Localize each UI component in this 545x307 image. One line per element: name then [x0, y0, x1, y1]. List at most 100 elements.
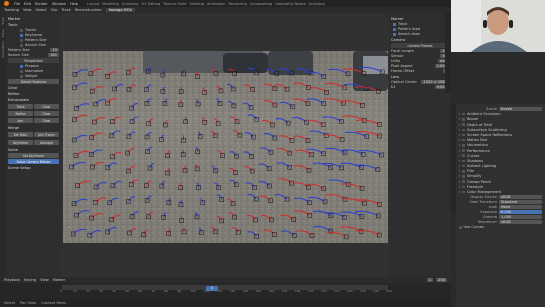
section-checkbox[interactable] — [462, 112, 465, 116]
property-section[interactable]: › Bloom — [459, 117, 542, 121]
property-section[interactable]: › Grease Pencil — [459, 180, 542, 184]
blender-logo-icon[interactable] — [4, 1, 9, 6]
tab-compositing[interactable]: Compositing — [250, 2, 273, 6]
checkbox-row[interactable]: Pattern Size — [20, 38, 59, 42]
section-checkbox[interactable] — [462, 133, 465, 137]
property-section[interactable]: › Curves — [459, 154, 542, 158]
timeline-menu-playback[interactable]: Playback — [4, 278, 20, 282]
camera-panel-title[interactable]: Camera — [391, 38, 449, 42]
solve-button[interactable]: Set Keyframe — [8, 153, 59, 158]
merge-button[interactable]: Keyframe — [8, 140, 33, 145]
checkbox-icon[interactable] — [20, 74, 23, 78]
merge-button[interactable]: Average — [34, 140, 59, 145]
end-frame-field[interactable]: 250 — [436, 278, 447, 282]
property-section[interactable]: › Motion Blur — [459, 138, 542, 142]
section-checkbox[interactable] — [462, 170, 465, 173]
strip-tab-annotation[interactable]: Annotation — [1, 41, 5, 57]
tab-texture-paint[interactable]: Texture Paint — [163, 2, 186, 6]
section-checkbox[interactable] — [462, 185, 465, 189]
search-size-field[interactable]: 161 — [48, 53, 59, 57]
camera-presets-select[interactable]: Camera Presets — [391, 43, 449, 48]
section-checkbox[interactable] — [462, 123, 465, 126]
menu-file[interactable]: File — [14, 2, 20, 6]
tab-scripting[interactable]: Scripting — [309, 2, 325, 6]
tool-button[interactable]: Track — [8, 104, 33, 109]
menu-window[interactable]: Window — [52, 2, 66, 6]
tab-layout[interactable]: Layout — [87, 2, 99, 6]
clip-menu-select[interactable]: Select — [36, 8, 47, 12]
checkbox-row[interactable]: Prepass — [20, 64, 59, 68]
checkbox-row[interactable]: Tracks — [20, 28, 59, 32]
property-section[interactable]: › Film — [459, 169, 542, 173]
tool-button[interactable]: Join — [8, 118, 33, 123]
timeline-menu-marker[interactable]: Marker — [53, 278, 65, 282]
marker-title[interactable]: Marker — [8, 17, 59, 21]
property-section[interactable]: › Performance — [459, 149, 542, 153]
section-checkbox[interactable] — [462, 180, 465, 183]
section-checkbox[interactable] — [462, 149, 465, 152]
track-title[interactable]: Track — [8, 23, 59, 27]
section-checkbox[interactable] — [462, 118, 465, 121]
property-section[interactable]: › Volumetrics — [459, 143, 542, 147]
checkbox-icon[interactable] — [20, 28, 23, 32]
strip-tab-track[interactable]: Track — [1, 17, 5, 25]
checkbox-icon[interactable] — [20, 64, 23, 68]
refine-title[interactable]: Refine — [8, 92, 59, 96]
property-section[interactable]: › Shadows — [459, 159, 542, 163]
property-section[interactable]: › Screen Space Reflections — [459, 133, 542, 137]
marker-option[interactable]: Search Area — [393, 32, 449, 36]
section-checkbox[interactable] — [462, 154, 465, 157]
tab-shading[interactable]: Shading — [189, 2, 204, 6]
checkbox-icon[interactable] — [20, 38, 23, 42]
tab-geometry-nodes[interactable]: Geometry Nodes — [275, 2, 305, 6]
clip-menu-view[interactable]: View — [23, 8, 32, 12]
checkbox-icon[interactable] — [20, 43, 23, 47]
cm-field-value[interactable]: None — [499, 205, 542, 210]
property-section[interactable]: › Freestyle — [459, 185, 542, 189]
clear-title[interactable]: Clear — [8, 86, 59, 90]
checkbox-row[interactable]: Search Size — [20, 43, 59, 47]
section-checkbox[interactable] — [462, 190, 465, 194]
clip-menu-clip[interactable]: Clip — [51, 8, 58, 12]
checkbox-row[interactable]: Normalize — [20, 69, 59, 73]
tool-button[interactable]: Clear — [34, 118, 59, 123]
tab-modeling[interactable]: Modeling — [102, 2, 118, 6]
cm-field-value[interactable]: sRGB — [499, 195, 542, 200]
cm-field-value[interactable]: Standard — [499, 200, 542, 205]
checkbox-icon[interactable] — [393, 22, 396, 26]
engine-select[interactable]: Eevee — [499, 107, 542, 111]
tool-button[interactable]: Refine — [8, 111, 33, 116]
section-checkbox[interactable] — [462, 138, 465, 142]
tool-button[interactable]: Clear — [34, 111, 59, 116]
section-checkbox[interactable] — [462, 164, 465, 168]
checkbox-row[interactable]: Weight — [20, 74, 59, 78]
menu-help[interactable]: Help — [70, 2, 78, 6]
checkbox-icon[interactable] — [20, 33, 23, 37]
merge-button[interactable]: Set Main — [8, 132, 33, 137]
clip-name-field[interactable]: footage.MOV — [105, 8, 135, 12]
marker-option[interactable]: Track — [393, 22, 449, 26]
checkbox-row[interactable]: Keyframe — [20, 33, 59, 37]
property-section[interactable]: › Depth of Field — [459, 123, 542, 127]
section-checkbox[interactable] — [462, 128, 465, 131]
merge-title[interactable]: Merge — [8, 126, 59, 130]
property-section[interactable]: › Color Management — [459, 190, 542, 194]
pattern-size-field[interactable]: 15 — [50, 48, 59, 52]
timeline-menu-keying[interactable]: Keying — [24, 278, 36, 282]
merge-button[interactable]: Join Tracks — [34, 132, 59, 137]
clip-menu-track[interactable]: Track — [61, 8, 70, 12]
marker-option[interactable]: Pattern Area — [393, 27, 449, 31]
start-frame-field[interactable]: 1 — [426, 278, 434, 282]
extrapolate-title[interactable]: Extrapolate — [8, 98, 59, 102]
menu-edit[interactable]: Edit — [24, 2, 31, 6]
tab-animation[interactable]: Animation — [207, 2, 225, 6]
motion-model-select[interactable]: Perspective — [8, 58, 59, 63]
use-curves-checkbox[interactable] — [459, 226, 462, 229]
tab-sculpting[interactable]: Sculpting — [122, 2, 139, 6]
footage-frame[interactable] — [63, 51, 388, 243]
marker-panel-title[interactable]: Marker — [391, 17, 449, 21]
cm-field-value[interactable]: 0.000 — [499, 210, 542, 215]
solve-button[interactable]: Solve Camera Motion — [8, 159, 59, 164]
timeline-menu-view[interactable]: View — [40, 278, 49, 282]
tab-rendering[interactable]: Rendering — [228, 2, 246, 6]
